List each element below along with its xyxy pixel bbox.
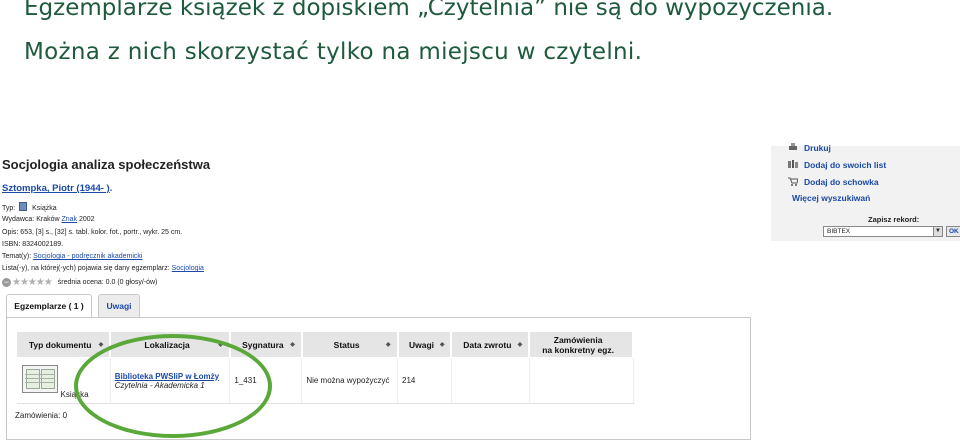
- sort-icon[interactable]: ◆: [290, 341, 295, 348]
- cell-due-date: [451, 357, 530, 404]
- orders-count: Zamówienia: 0: [15, 411, 68, 420]
- save-format-value: BIBTEX: [827, 228, 851, 235]
- slide-heading-line-2: Można z nich skorzystać tylko na miejscu…: [24, 39, 643, 65]
- publisher-place: Kraków: [36, 216, 60, 223]
- catalog-screenshot: Socjologia analiza społeczeństwa Sztompk…: [0, 143, 960, 440]
- desc-value: 653, [3] s., [32] s. tabl. kolor. fot., …: [20, 229, 183, 236]
- book-type-icon: [19, 202, 28, 211]
- publisher-row: Wydawca: Kraków Znak 2002: [2, 216, 95, 223]
- sort-icon[interactable]: ◆: [518, 341, 523, 348]
- rating-stars[interactable]: ★★★★★: [12, 277, 53, 288]
- cell-status: Nie można wypożyczyć: [301, 357, 399, 404]
- subject-link[interactable]: Socjologia - podręcznik akademicki: [33, 253, 142, 260]
- book-icon: [21, 365, 58, 393]
- description-row: Opis: 653, [3] s., [32] s. tabl. kolor. …: [2, 229, 182, 236]
- sort-icon[interactable]: ◆: [99, 341, 104, 348]
- publisher-year: 2002: [79, 216, 95, 223]
- isbn-label: ISBN:: [2, 241, 21, 248]
- type-value: Książka: [32, 205, 57, 212]
- author-suffix: .: [109, 183, 113, 194]
- record-title: Socjologia analiza społeczeństwa: [2, 157, 211, 172]
- col-status[interactable]: Status ◆: [301, 331, 399, 358]
- desc-label: Opis:: [2, 229, 19, 236]
- publisher-label: Wydawca:: [2, 216, 35, 223]
- remove-rating-icon[interactable]: −: [2, 278, 11, 287]
- lists-row: Lista(-y), na której(-ych) pojawia się d…: [2, 265, 204, 272]
- cell-orders: [529, 357, 634, 404]
- cart-icon: [788, 177, 798, 186]
- sort-icon[interactable]: ◆: [440, 341, 445, 348]
- tab-items[interactable]: Egzemplarze ( 1 ): [6, 294, 92, 319]
- highlight-ellipse: [74, 334, 272, 438]
- save-record-label: Zapisz rekord:: [868, 215, 920, 224]
- record-author: Sztompka, Piotr (1944- ).: [2, 183, 112, 194]
- print-icon: [789, 143, 797, 150]
- subject-row: Temat(y): Socjologia - podręcznik akadem…: [2, 253, 142, 260]
- add-to-cart-link[interactable]: Dodaj do schowka: [804, 177, 879, 187]
- print-link[interactable]: Drukuj: [804, 143, 831, 153]
- rating-text: średnia ocena: 0.0 (0 głosy/-ów): [57, 279, 158, 286]
- isbn-row: ISBN: 8324002189.: [2, 241, 63, 248]
- sort-icon[interactable]: ◆: [386, 341, 391, 348]
- save-ok-button[interactable]: OK: [946, 226, 960, 237]
- list-icon: [788, 160, 798, 168]
- more-searches-link[interactable]: Więcej wyszukiwań: [792, 193, 870, 203]
- save-format-select[interactable]: BIBTEX ▼: [823, 226, 943, 237]
- lists-label: Lista(-y), na której(-ych) pojawia się d…: [2, 265, 170, 272]
- isbn-value: 8324002189.: [22, 241, 64, 248]
- col-orders[interactable]: Zamówienia na konkretny egz.: [528, 331, 634, 358]
- type-row: Typ: Książka: [2, 202, 57, 212]
- add-to-list-link[interactable]: Dodaj do swoich list: [804, 160, 886, 170]
- author-link[interactable]: Sztompka, Piotr (1944- ): [2, 183, 110, 194]
- type-label: Typ:: [2, 205, 16, 212]
- slide-heading-line-1: Egzemplarze książek z dopiskiem „Czyteln…: [24, 0, 834, 21]
- col-due-date[interactable]: Data zwrotu ◆: [450, 331, 531, 358]
- chevron-down-icon[interactable]: ▼: [933, 227, 942, 236]
- rating-row: − ★★★★★ średnia ocena: 0.0 (0 głosy/-ów): [2, 277, 157, 288]
- cell-notes: 214: [397, 357, 452, 404]
- publisher-link[interactable]: Znak: [61, 216, 77, 223]
- subject-label: Temat(y):: [2, 253, 32, 260]
- col-notes[interactable]: Uwagi ◆: [397, 331, 453, 358]
- tab-notes[interactable]: Uwagi: [98, 294, 140, 318]
- lists-link[interactable]: Socjologia: [172, 265, 204, 272]
- record-actions: Drukuj Dodaj do swoich list Dodaj do sch…: [771, 143, 960, 241]
